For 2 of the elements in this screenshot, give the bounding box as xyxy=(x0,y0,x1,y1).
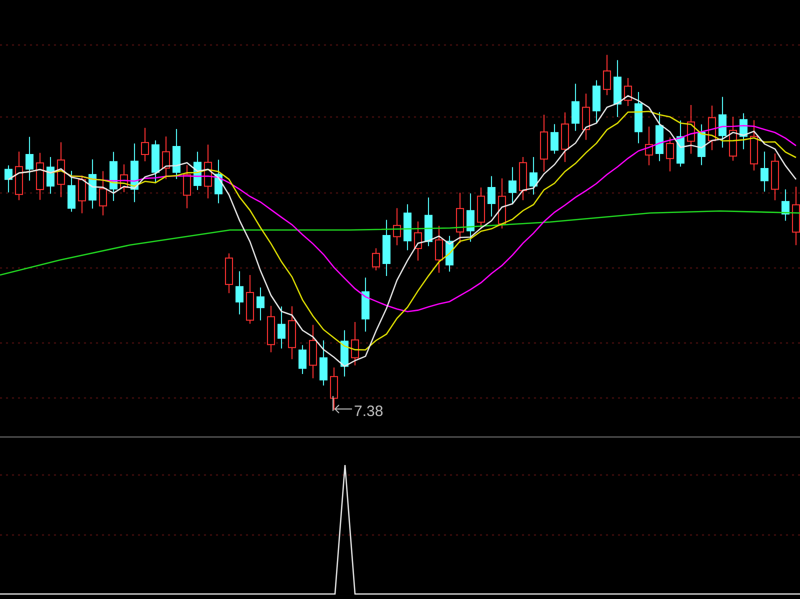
low-arrow-icon xyxy=(332,396,352,414)
price-label: 7.38 xyxy=(354,403,384,420)
